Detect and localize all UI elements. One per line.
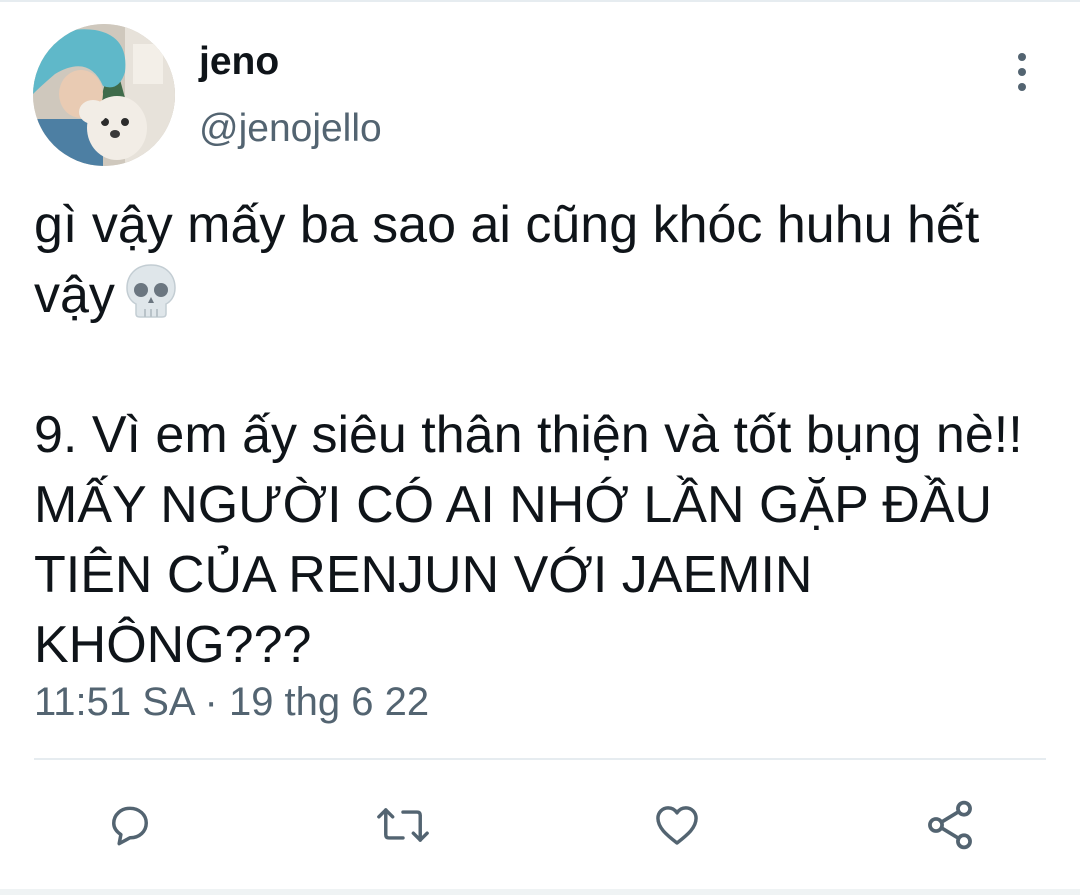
actions-divider	[34, 758, 1046, 760]
avatar[interactable]	[33, 24, 175, 166]
tweet-body: gì vậy mấy ba sao ai cũng khóc huhu hết …	[34, 190, 1044, 680]
tweet-paragraph: gì vậy mấy ba sao ai cũng khóc huhu hết …	[34, 190, 1044, 338]
author-display-name[interactable]: jeno	[199, 38, 279, 86]
comment-icon	[112, 806, 148, 846]
reply-button[interactable]	[102, 797, 158, 853]
bottom-divider	[0, 889, 1080, 895]
retweet-button[interactable]	[375, 797, 431, 853]
share-icon	[928, 800, 972, 850]
skull-icon	[123, 262, 179, 338]
author-handle[interactable]: @jenojello	[199, 105, 382, 153]
more-dot-icon	[1018, 83, 1026, 91]
share-button[interactable]	[922, 797, 978, 853]
heart-icon	[656, 806, 698, 845]
like-button[interactable]	[649, 797, 705, 853]
more-dot-icon	[1018, 53, 1026, 61]
tweet-timestamp[interactable]: 11:51 SA · 19 thg 6 22	[34, 678, 429, 726]
top-divider	[0, 0, 1080, 2]
more-options-button[interactable]	[1000, 48, 1044, 96]
avatar-image	[33, 24, 175, 166]
more-dot-icon	[1018, 68, 1026, 76]
tweet-paragraph: 9. Vì em ấy siêu thân thiện và tốt bụng …	[34, 406, 1023, 674]
retweet-icon	[377, 808, 429, 842]
